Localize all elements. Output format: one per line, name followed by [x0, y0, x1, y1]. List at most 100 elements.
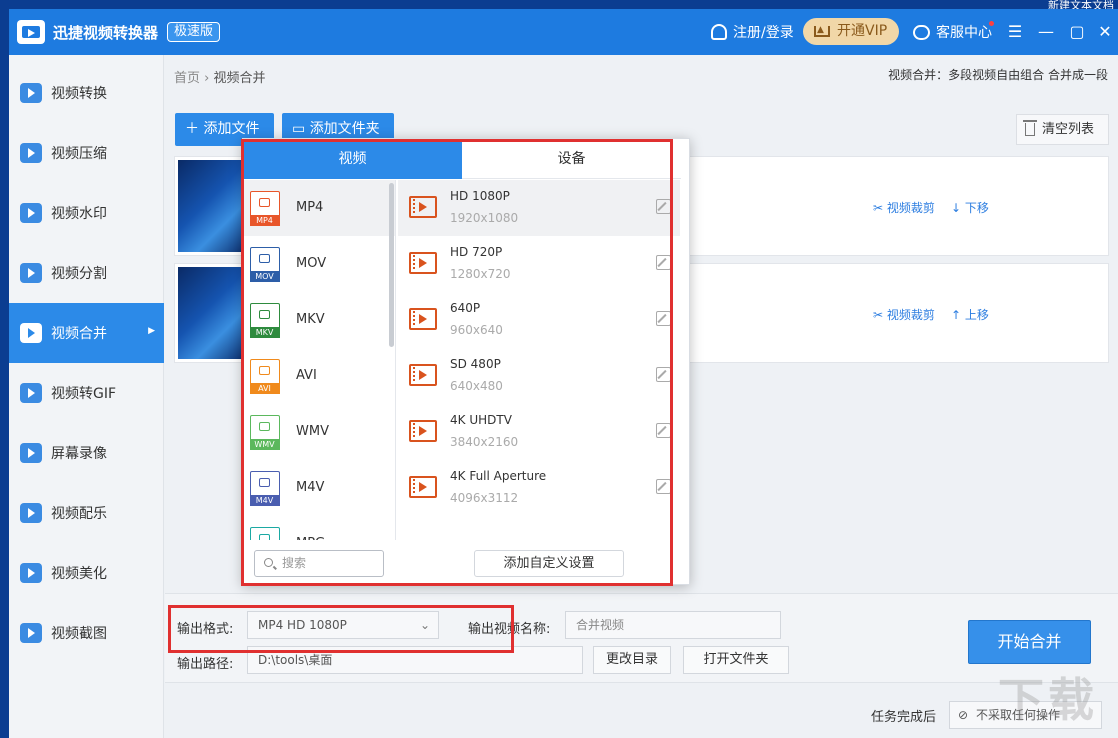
add-folder-label: 添加文件夹: [309, 121, 380, 137]
video-convert-icon: [20, 83, 42, 103]
format-list: MP4MP4MOVMOVMKVMKVAVIAVIWMVWMVM4VM4VMPGM…: [243, 180, 396, 540]
login-label: 注册/登录: [733, 25, 794, 41]
camera-icon: [259, 310, 270, 319]
chat-icon: [913, 24, 930, 40]
sidebar-item-record[interactable]: 屏幕录像: [9, 423, 164, 483]
sidebar-item-watermark[interactable]: 视频水印: [9, 183, 164, 243]
sidebar-item-split[interactable]: 视频分割: [9, 243, 164, 303]
tab-device[interactable]: 设备: [462, 139, 681, 179]
sidebar-item-merge[interactable]: 视频合并: [9, 303, 164, 363]
close-icon[interactable]: ✕: [1095, 22, 1115, 42]
preset-item[interactable]: 4K Full Aperture 4096x3112: [398, 460, 680, 516]
sidebar-item-gif[interactable]: 视频转GIF: [9, 363, 164, 423]
breadcrumb-home[interactable]: 首页: [174, 71, 200, 86]
format-scrollbar[interactable]: [389, 183, 394, 347]
format-item-mp4[interactable]: MP4 MP4: [243, 180, 395, 236]
music-icon: [20, 503, 42, 523]
add-custom-setting-button[interactable]: 添加自定义设置: [474, 550, 624, 577]
video-file-icon: MPG: [250, 527, 280, 540]
page-hint: 视频合并：多段视频自由组合 合并成一段: [888, 68, 1108, 82]
video-name-label: 输出视频名称:: [468, 622, 551, 637]
film-icon: [409, 196, 437, 218]
title-bar: 迅捷视频转换器 极速版 注册/登录 开通VIP 客服中心 ☰ — ▢ ✕: [9, 9, 1118, 55]
video-file-icon: MOV: [249, 247, 280, 282]
preset-name: 4K Full Aperture: [450, 469, 547, 483]
app-logo-icon: [17, 20, 45, 44]
format-item-avi[interactable]: AVI AVI: [243, 348, 395, 404]
preset-item[interactable]: 640P 960x640: [398, 292, 680, 348]
format-tag: MKV: [249, 326, 280, 338]
clear-list-label: 清空列表: [1042, 122, 1095, 137]
maximize-icon[interactable]: ▢: [1067, 22, 1087, 42]
format-item-mov[interactable]: MOV MOV: [243, 236, 395, 292]
preset-item[interactable]: SD 480P 640x480: [398, 348, 680, 404]
video-name-input[interactable]: 合并视频: [565, 611, 781, 639]
move-down-button[interactable]: ↓ 下移: [951, 199, 989, 216]
format-item-m4v[interactable]: M4V M4V: [243, 460, 395, 516]
breadcrumb-separator: ›: [204, 71, 210, 86]
sidebar-item-music[interactable]: 视频配乐: [9, 483, 164, 543]
preset-item[interactable]: 4K UHDTV 3840x2160: [398, 404, 680, 460]
format-name: M4V: [296, 480, 325, 495]
format-item-mkv[interactable]: MKV MKV: [243, 292, 395, 348]
trash-icon: [1023, 120, 1037, 136]
crop-button[interactable]: ✂ 视频裁剪: [873, 199, 935, 216]
sidebar-item-label: 视频转GIF: [51, 386, 117, 402]
format-search-input[interactable]: 搜索: [254, 550, 384, 577]
vip-button[interactable]: 开通VIP: [803, 17, 899, 45]
sidebar-item-label: 视频水印: [51, 206, 107, 222]
menu-icon[interactable]: ☰: [1005, 22, 1025, 42]
chevron-down-icon: ⌄: [419, 618, 430, 632]
watermark: 下载: [998, 673, 1098, 727]
format-popup: 视频 设备 MP4 MP4 MOV MOV MKV MKV AVI AVI WMV WMV M4V M…: [242, 138, 690, 585]
sidebar-item-label: 视频分割: [51, 266, 107, 282]
change-directory-button[interactable]: 更改目录: [593, 646, 671, 674]
preset-resolution: 1920x1080: [450, 211, 519, 225]
tab-video[interactable]: 视频: [243, 139, 462, 179]
sidebar-item-convert[interactable]: 视频转换: [9, 63, 164, 123]
watermark-icon: [20, 203, 42, 223]
crop-button[interactable]: ✂ 视频裁剪: [873, 306, 935, 323]
format-tag: M4V: [249, 494, 280, 506]
block-icon: ⊘: [958, 708, 969, 722]
format-item-wmv[interactable]: WMV WMV: [243, 404, 395, 460]
camera-icon: [259, 534, 270, 540]
breadcrumb: 首页 › 视频合并: [174, 67, 266, 86]
edit-icon[interactable]: [656, 479, 671, 494]
preset-resolution: 1280x720: [450, 267, 511, 281]
sidebar-item-beautify[interactable]: 视频美化: [9, 543, 164, 603]
minimize-icon[interactable]: —: [1036, 22, 1056, 42]
preset-resolution: 960x640: [450, 323, 503, 337]
preset-resolution: 4096x3112: [450, 491, 519, 505]
format-select[interactable]: MP4 HD 1080P ⌄: [247, 611, 439, 639]
compress-icon: [20, 143, 42, 163]
move-label: 上移: [964, 308, 989, 322]
open-folder-button[interactable]: 打开文件夹: [683, 646, 789, 674]
film-icon: [409, 476, 437, 498]
sidebar-item-compress[interactable]: 视频压缩: [9, 123, 164, 183]
edit-icon[interactable]: [656, 423, 671, 438]
login-link[interactable]: 注册/登录: [711, 9, 794, 55]
preset-name: 4K UHDTV: [450, 413, 512, 427]
format-item-mpg[interactable]: MPG MPG: [243, 516, 395, 540]
after-task-label: 任务完成后: [871, 710, 937, 725]
edit-icon[interactable]: [656, 367, 671, 382]
video-thumbnail: [178, 160, 244, 252]
edit-icon[interactable]: [656, 199, 671, 214]
sidebar-item-label: 屏幕录像: [51, 446, 107, 462]
move-label: 下移: [964, 201, 989, 215]
support-link[interactable]: 客服中心: [913, 9, 992, 55]
breadcrumb-current: 视频合并: [213, 71, 266, 86]
move-up-button[interactable]: ↑ 上移: [951, 306, 989, 323]
video-thumbnail: [178, 267, 244, 359]
preset-item[interactable]: HD 1080P 1920x1080: [398, 180, 680, 236]
format-name: MKV: [296, 312, 325, 327]
sidebar-item-screenshot[interactable]: 视频截图: [9, 603, 164, 663]
start-merge-button[interactable]: 开始合并: [968, 620, 1091, 664]
preset-item[interactable]: HD 720P 1280x720: [398, 236, 680, 292]
clear-list-button[interactable]: 清空列表: [1016, 114, 1109, 145]
output-path-input[interactable]: D:\tools\桌面: [247, 646, 583, 674]
edit-icon[interactable]: [656, 311, 671, 326]
preset-name: HD 1080P: [450, 189, 510, 203]
edit-icon[interactable]: [656, 255, 671, 270]
